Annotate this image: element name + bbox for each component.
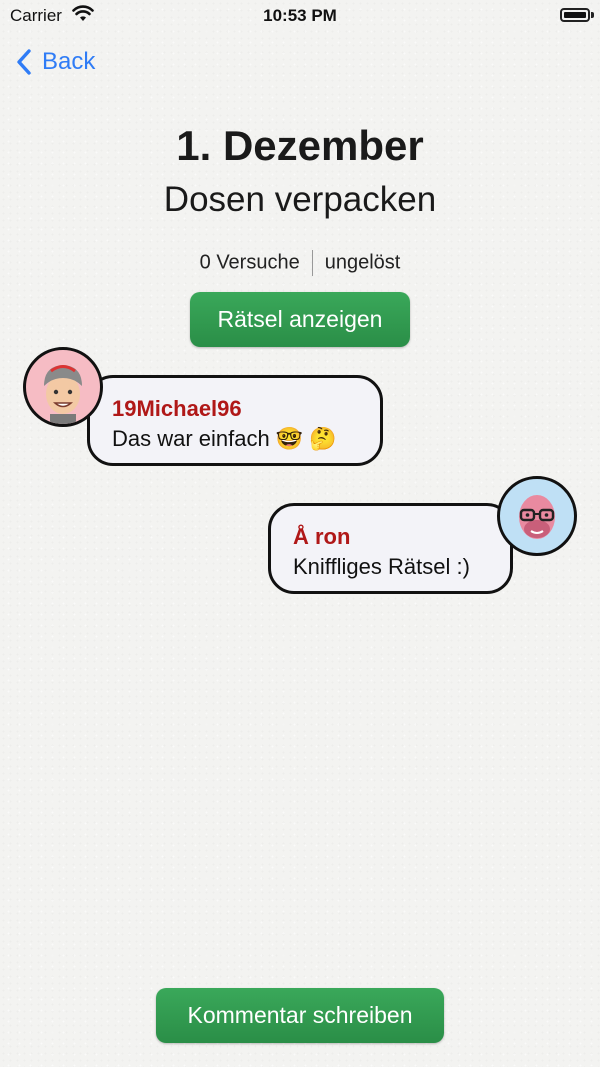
status-bar: Carrier 10:53 PM bbox=[0, 0, 600, 32]
stats-line: 0 Versuche ungelöst bbox=[0, 250, 600, 276]
memoji-pink-glasses-icon bbox=[519, 495, 555, 539]
comment-bubble: Å ron Kniffliges Rätsel :) bbox=[268, 503, 513, 594]
avatar[interactable] bbox=[23, 347, 103, 427]
back-label: Back bbox=[42, 48, 96, 75]
attempts-count: 0 Versuche bbox=[199, 251, 300, 274]
comment-author: Å ron bbox=[293, 524, 351, 549]
write-comment-button[interactable]: Kommentar schreiben bbox=[156, 988, 444, 1043]
page-title: 1. Dezember bbox=[176, 122, 424, 169]
comment-text: Kniffliges Rätsel :) bbox=[293, 554, 470, 579]
show-puzzle-button[interactable]: Rätsel anzeigen bbox=[190, 292, 410, 347]
puzzle-name: Dosen verpacken bbox=[163, 180, 437, 219]
battery-icon bbox=[560, 8, 590, 22]
solve-state: ungelöst bbox=[324, 251, 401, 274]
chevron-left-icon bbox=[17, 49, 31, 75]
avatar[interactable] bbox=[497, 476, 577, 556]
comment-bubble: 19Michael96 Das war einfach 🤓 🤔 bbox=[87, 375, 383, 466]
clock-time: 10:53 PM bbox=[263, 6, 337, 25]
battery-nub bbox=[591, 12, 594, 18]
comment-text: Das war einfach 🤓 🤔 bbox=[112, 426, 337, 451]
memoji-man-cap-icon bbox=[44, 365, 82, 424]
stats-divider bbox=[311, 250, 313, 276]
comment-author: 19Michael96 bbox=[112, 396, 242, 421]
back-button[interactable]: Back bbox=[16, 44, 95, 80]
